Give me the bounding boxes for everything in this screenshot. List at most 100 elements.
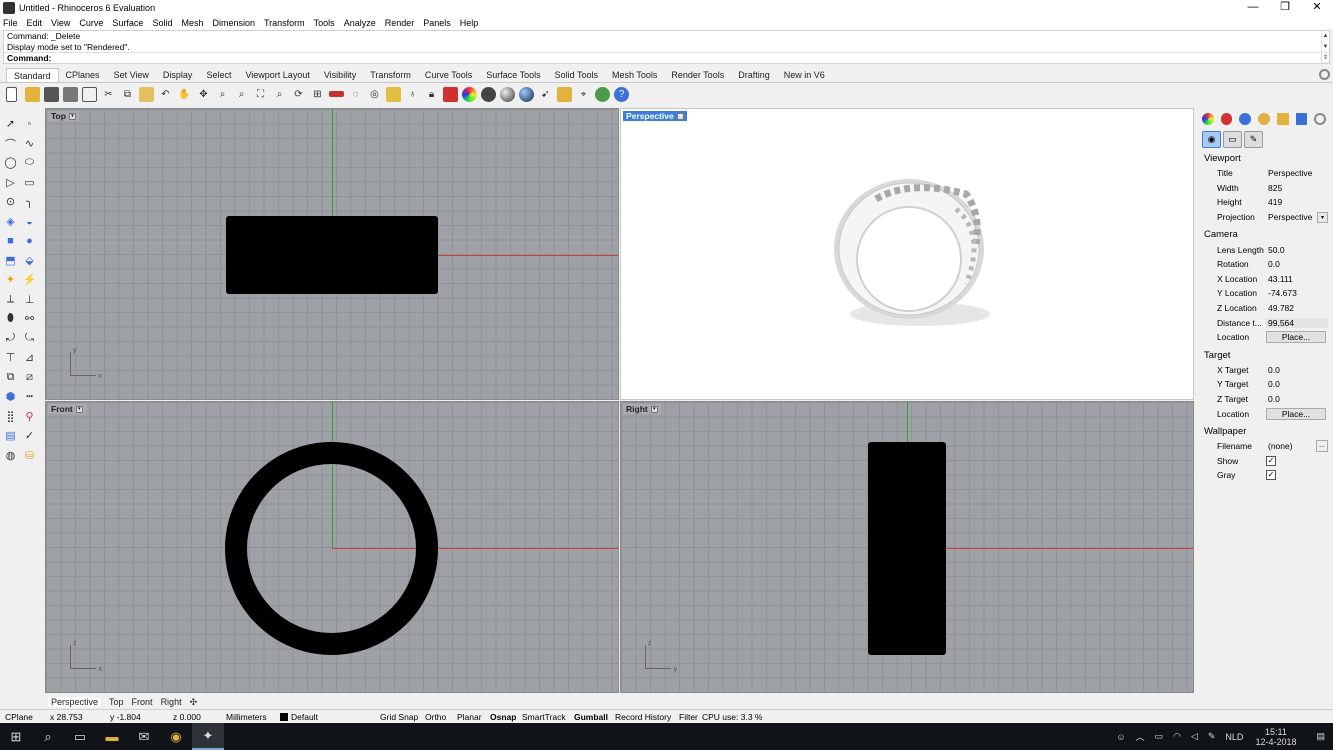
viewport-right[interactable]: zy Right ▾ xyxy=(620,401,1194,693)
check-icon[interactable]: ✓ xyxy=(22,428,37,443)
chevron-down-icon[interactable]: ▾ xyxy=(1317,211,1328,223)
viewport-label-right[interactable]: Right ▾ xyxy=(623,404,661,414)
menu-solid[interactable]: Solid xyxy=(152,18,172,28)
chrome-icon[interactable]: ◉ xyxy=(160,723,192,750)
scale-icon[interactable]: ⤿ xyxy=(22,331,37,346)
hide-icon[interactable]: ◌ xyxy=(348,87,363,102)
grid-array-icon[interactable]: ⣿ xyxy=(3,409,18,424)
tab-cplanes[interactable]: CPlanes xyxy=(59,68,107,82)
sphere-icon[interactable] xyxy=(519,86,534,102)
tab-surface-tools[interactable]: Surface Tools xyxy=(479,68,547,82)
dimension-icon[interactable]: ⊤ xyxy=(3,350,18,365)
options-icon[interactable] xyxy=(557,86,572,102)
color-picker-icon[interactable]: ✎ xyxy=(1244,131,1263,148)
material-icon[interactable] xyxy=(1220,113,1233,125)
rotate-icon[interactable]: ⤾ xyxy=(3,331,18,346)
viewport-front[interactable]: zx Front ▾ xyxy=(45,401,619,693)
zoom-icon[interactable]: ⌕ xyxy=(215,87,230,102)
menu-help[interactable]: Help xyxy=(460,18,479,28)
tab-drafting[interactable]: Drafting xyxy=(731,68,777,82)
battery-icon[interactable]: ▭ xyxy=(1155,731,1164,742)
vtab-right[interactable]: Right xyxy=(161,697,182,707)
copy-icon[interactable]: ⧉ xyxy=(120,87,135,102)
volume-icon[interactable]: ◁ xyxy=(1191,731,1198,742)
group-icon[interactable]: ⚯ xyxy=(22,311,37,326)
tab-new-in-v6[interactable]: New in V6 xyxy=(777,68,832,82)
status-gumball[interactable]: Gumball xyxy=(574,712,615,722)
chevron-up-icon[interactable]: ︿ xyxy=(1136,730,1145,743)
undo-icon[interactable]: ↶ xyxy=(158,87,173,102)
rhino-taskbar-icon[interactable]: ✦ xyxy=(192,723,224,750)
rotate-view-icon[interactable]: ⟳ xyxy=(291,87,306,102)
render-icon[interactable]: ◍ xyxy=(3,448,18,463)
minimize-button[interactable]: — xyxy=(1237,0,1269,16)
circle-icon[interactable]: ◯ xyxy=(3,155,18,170)
cplane-icon[interactable] xyxy=(329,91,344,97)
file-explorer-icon[interactable]: ▬ xyxy=(96,723,128,750)
fillet-icon[interactable]: ╮ xyxy=(22,194,37,209)
menu-render[interactable]: Render xyxy=(385,18,415,28)
boolean-icon[interactable]: ✦ xyxy=(3,272,18,287)
loft-icon[interactable]: ◒ xyxy=(22,214,37,229)
menu-view[interactable]: View xyxy=(51,18,70,28)
tab-set-view[interactable]: Set View xyxy=(107,68,156,82)
tab-select[interactable]: Select xyxy=(199,68,238,82)
zoom-window-icon[interactable]: ⌕ xyxy=(234,87,249,102)
menu-file[interactable]: File xyxy=(3,18,18,28)
status-osnap[interactable]: Osnap xyxy=(490,712,522,722)
text-icon[interactable]: ⊿ xyxy=(22,350,37,365)
shaded-icon[interactable] xyxy=(500,86,515,102)
vtab-perspective[interactable]: Perspective xyxy=(48,697,102,707)
extrude-icon[interactable]: ⬙ xyxy=(22,253,37,268)
menu-transform[interactable]: Transform xyxy=(264,18,305,28)
open-icon[interactable] xyxy=(25,86,40,102)
sphere-solid-icon[interactable]: ● xyxy=(22,233,37,248)
tab-curve-tools[interactable]: Curve Tools xyxy=(418,68,479,82)
lock2-icon[interactable]: 🔒︎ xyxy=(424,87,439,102)
target-place-button[interactable]: Place... xyxy=(1266,407,1326,420)
status-layer[interactable]: Default xyxy=(291,712,380,722)
projection-select[interactable]: Perspective xyxy=(1266,212,1316,222)
status-grid-snap[interactable]: Grid Snap xyxy=(380,712,425,722)
polyline-icon[interactable]: ⌒ xyxy=(3,136,18,151)
status-planar[interactable]: Planar xyxy=(457,712,490,722)
rendered-icon[interactable] xyxy=(481,86,496,102)
pencil-icon[interactable] xyxy=(1258,113,1270,125)
zoom-extents-icon[interactable]: ⛶ xyxy=(253,87,268,102)
point-icon[interactable]: ◦ xyxy=(22,116,37,131)
polygon-icon[interactable]: ▷ xyxy=(3,175,18,190)
globe-icon[interactable] xyxy=(595,86,610,102)
lock-icon[interactable] xyxy=(386,86,401,102)
tab-transform[interactable]: Transform xyxy=(363,68,418,82)
menu-mesh[interactable]: Mesh xyxy=(181,18,203,28)
tab-mesh-tools[interactable]: Mesh Tools xyxy=(605,68,664,82)
properties-icon[interactable] xyxy=(1295,113,1308,125)
help-icon[interactable]: ? xyxy=(614,86,629,102)
mail-icon[interactable]: ✉ xyxy=(128,723,160,750)
status-record-history[interactable]: Record History xyxy=(615,712,679,722)
wifi-icon[interactable]: ◠ xyxy=(1173,731,1181,742)
clock[interactable]: 15:11 12-4-2018 xyxy=(1255,727,1296,747)
status-units[interactable]: Millimeters xyxy=(226,712,280,722)
menu-curve[interactable]: Curve xyxy=(79,18,103,28)
status-filter[interactable]: Filter xyxy=(679,712,702,722)
browse-button[interactable]: ... xyxy=(1316,440,1328,453)
mirror-icon[interactable]: ⧄ xyxy=(22,370,37,385)
tab-display[interactable]: Display xyxy=(156,68,200,82)
select-arrow-icon[interactable]: ➚ xyxy=(3,116,18,131)
status-ortho[interactable]: Ortho xyxy=(425,712,457,722)
show-icon[interactable]: ◎ xyxy=(367,87,382,102)
join-icon[interactable]: ⬮ xyxy=(3,311,18,326)
gear-icon[interactable] xyxy=(1319,69,1330,80)
viewport-label-top[interactable]: Top ▾ xyxy=(48,111,79,121)
trim-icon[interactable]: ⟂ xyxy=(3,292,18,307)
frame-icon[interactable]: ▭ xyxy=(1223,131,1242,148)
save-icon[interactable] xyxy=(44,86,59,102)
gear-icon[interactable] xyxy=(1314,113,1327,125)
camera-place-button[interactable]: Place... xyxy=(1266,331,1326,344)
layer-icon[interactable]: ▤ xyxy=(3,428,18,443)
pan-icon[interactable]: ✋ xyxy=(177,87,192,102)
viewport-label-perspective[interactable]: Perspective ▾ xyxy=(623,111,687,121)
close-button[interactable]: ✕ xyxy=(1301,0,1333,16)
tab-visibility[interactable]: Visibility xyxy=(317,68,363,82)
